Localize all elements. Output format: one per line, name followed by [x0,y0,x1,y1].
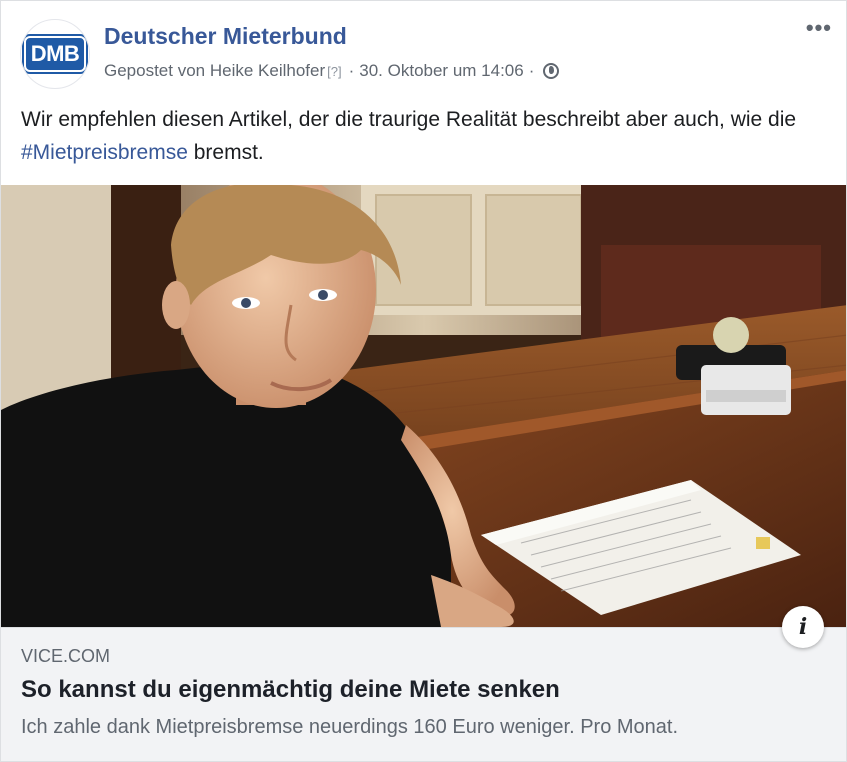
meta-separator: · [528,61,535,80]
page-avatar[interactable]: DMB [20,19,90,89]
link-title[interactable]: So kannst du eigenmächtig deine Miete se… [21,676,560,704]
post-timestamp[interactable]: 30. Oktober um 14:06 [359,61,523,81]
article-photo [1,185,846,627]
post-text-end: bremst. [193,141,264,164]
post-meta: Gepostet von Heike Keilhofer [?] · 30. O… [104,61,560,81]
help-question-link[interactable]: [?] [327,64,341,79]
link-description: Ich zahle dank Mietpreisbremse neuerding… [21,716,679,738]
link-preview-box[interactable]: VICE.COM So kannst du eigenmächtig deine… [1,627,846,761]
hashtag-link[interactable]: #Mietpreisbremse [21,141,188,164]
info-icon[interactable]: i [782,606,824,648]
posted-by-text: Gepostet von Heike Keilhofer [104,61,326,80]
link-preview-image[interactable] [1,185,846,627]
post-header: DMB Deutscher Mieterbund Gepostet von He… [1,1,846,97]
more-options-icon[interactable]: ••• [806,15,832,41]
link-domain: VICE.COM [21,646,111,666]
meta-separator: · [348,61,355,80]
post-text-body: Wir empfehlen diesen Artikel, der die tr… [21,108,797,131]
dmb-logo: DMB [23,36,87,72]
post-text: Wir empfehlen diesen Artikel, der die tr… [21,103,831,169]
globe-icon[interactable] [543,63,560,79]
page-name-link[interactable]: Deutscher Mieterbund [104,23,347,50]
facebook-post: DMB Deutscher Mieterbund Gepostet von He… [0,0,847,762]
